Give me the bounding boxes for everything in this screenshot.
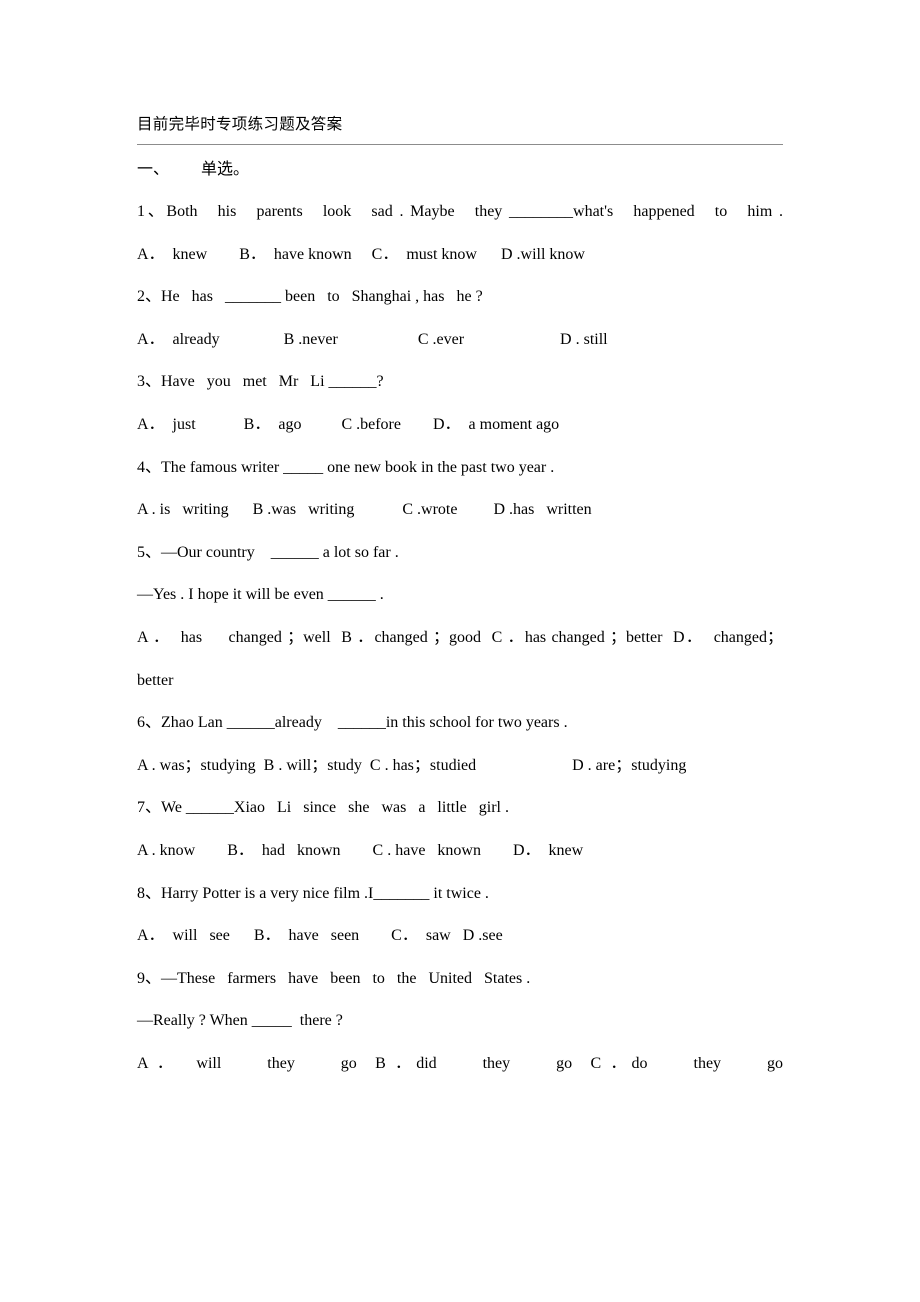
question-line: 7、We ______Xiao Li since she was a littl… (137, 799, 509, 817)
question-line: 8、Harry Potter is a very nice film .I___… (137, 884, 489, 902)
answer-options-line: A ． has changed ；well B ．changed ；good C… (137, 628, 783, 689)
question-line: 4、The famous writer _____ one new book i… (137, 458, 555, 476)
title-divider (137, 144, 783, 145)
answer-options-line: A． just B． ago C .before D． a moment ago (137, 415, 560, 433)
question-line: 3、Have you met Mr Li ______? (137, 373, 384, 391)
answer-options-line: A． will see B． have seen C． saw D .see (137, 927, 503, 945)
page-title: 目前完毕时专项练习题及答案 (137, 116, 343, 133)
answer-options-line: A ． will they go B ．did they go C ．do th… (137, 1054, 783, 1072)
document-page: 目前完毕时专项练习题及答案 一、 单选。 1、Both his parents … (0, 0, 920, 1302)
dialogue-line: —Yes . I hope it will be even ______ . (137, 586, 384, 604)
question-line: 6、Zhao Lan ______already ______in this s… (137, 714, 568, 732)
dialogue-line: —Really ? When _____ there ? (137, 1012, 343, 1030)
section-heading-single-choice: 一、 单选。 (137, 161, 250, 178)
answer-options-line: A . know B． had known C . have known D． … (137, 841, 584, 859)
question-list: 1、Both his parents look sad . Maybe they… (137, 191, 783, 1085)
answer-options-line: A . was；studying B . will；study C . has；… (137, 756, 687, 774)
answer-options-line: A． already B .never C .ever D . still (137, 330, 608, 348)
answer-options-line: A . is writing B .was writing C .wrote D… (137, 501, 592, 519)
question-line: 5、—Our country ______ a lot so far . (137, 543, 399, 561)
document-body: 目前完毕时专项练习题及答案 一、 单选。 1、Both his parents … (137, 112, 783, 1085)
question-line: 9、—These farmers have been to the United… (137, 969, 531, 987)
answer-options-line: A． knew B． have known C． must know D .wi… (137, 245, 585, 263)
question-line: 2、He has _______ been to Shanghai , has … (137, 288, 483, 306)
question-line: 1、Both his parents look sad . Maybe they… (137, 203, 783, 220)
